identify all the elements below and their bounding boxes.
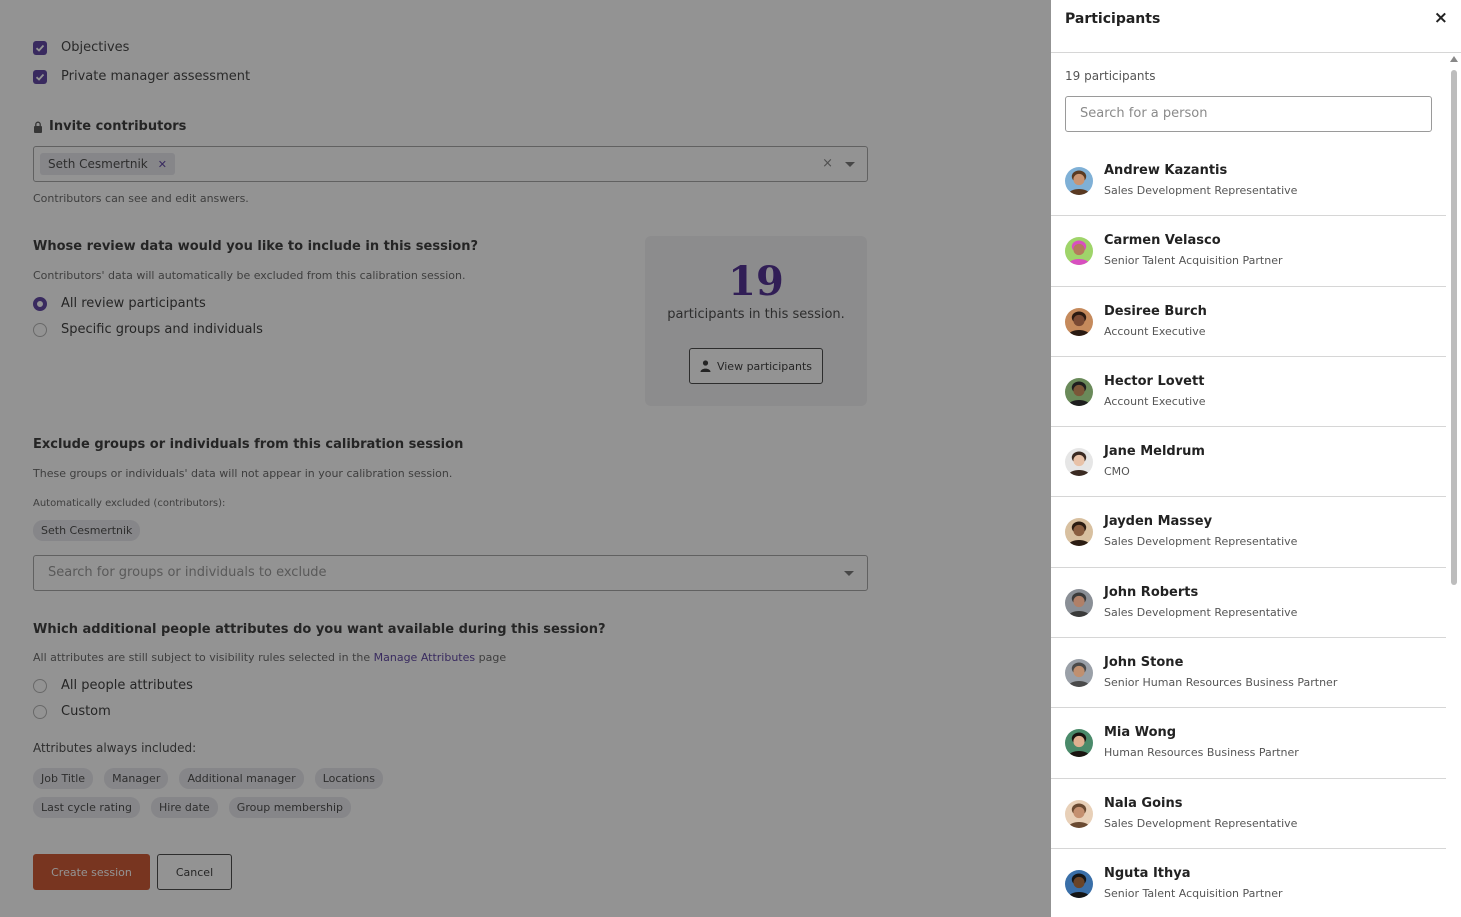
close-icon[interactable]: × [1434,8,1448,28]
avatar [1065,377,1093,406]
avatar [1065,237,1093,266]
participant-title: Account Executive [1104,394,1206,408]
avatar [1065,448,1093,477]
participant-title: Sales Development Representative [1104,535,1298,549]
participant-name: Nguta Ithya [1104,865,1191,881]
participant-row[interactable]: Mia Wong Human Resources Business Partner [1051,708,1446,779]
participant-row[interactable]: Jane Meldrum CMO [1051,427,1446,498]
participant-name: Jane Meldrum [1104,444,1205,460]
panel-scrollbar[interactable] [1450,56,1458,916]
panel-header: Participants × [1051,0,1461,53]
participant-row[interactable]: Jayden Massey Sales Development Represent… [1051,497,1446,568]
participant-row[interactable]: Nala Goins Sales Development Representati… [1051,779,1446,849]
participant-title: Sales Development Representative [1104,605,1298,619]
participant-row[interactable]: Nguta Ithya Senior Talent Acquisition Par… [1051,849,1446,917]
participant-name: John Roberts [1104,584,1199,600]
participant-title: Senior Talent Acquisition Partner [1104,886,1283,900]
participants-panel: Participants × 19 participants Search fo… [1051,0,1461,917]
avatar [1065,588,1093,617]
scrollbar-thumb[interactable] [1451,70,1457,585]
participant-title: Senior Talent Acquisition Partner [1104,254,1283,268]
participant-row[interactable]: John Stone Senior Human Resources Busines… [1051,638,1446,709]
participant-name: Mia Wong [1104,725,1177,741]
avatar [1065,307,1093,336]
participant-list: Andrew Kazantis Sales Development Represe… [1051,146,1446,917]
participant-name: Hector Lovett [1104,373,1205,389]
participant-title: CMO [1104,465,1130,479]
participant-title: Sales Development Representative [1104,816,1298,830]
participant-name: John Stone [1104,655,1184,671]
participant-row[interactable]: Hector Lovett Account Executive [1051,357,1446,428]
person-search-input[interactable]: Search for a person [1065,96,1432,132]
avatar [1065,869,1093,898]
participant-title: Account Executive [1104,324,1206,338]
panel-title: Participants [1065,11,1161,27]
participant-title: Human Resources Business Partner [1104,746,1299,760]
participant-title: Senior Human Resources Business Partner [1104,676,1338,690]
participant-count: 19 participants [1065,69,1156,83]
avatar [1065,799,1093,828]
participant-row[interactable]: Andrew Kazantis Sales Development Represe… [1051,146,1446,217]
avatar [1065,729,1093,758]
avatar [1065,659,1093,688]
participant-row[interactable]: John Roberts Sales Development Representa… [1051,568,1446,639]
participant-name: Carmen Velasco [1104,233,1221,249]
participant-title: Sales Development Representative [1104,184,1298,197]
participant-name: Desiree Burch [1104,303,1207,319]
avatar [1065,167,1093,195]
participant-name: Nala Goins [1104,795,1183,811]
participant-row[interactable]: Carmen Velasco Senior Talent Acquisition … [1051,216,1446,287]
participant-name: Andrew Kazantis [1104,163,1228,178]
scroll-up-icon[interactable] [1450,56,1458,62]
participant-name: Jayden Massey [1104,514,1213,530]
participant-row[interactable]: Desiree Burch Account Executive [1051,287,1446,357]
avatar [1065,518,1093,547]
